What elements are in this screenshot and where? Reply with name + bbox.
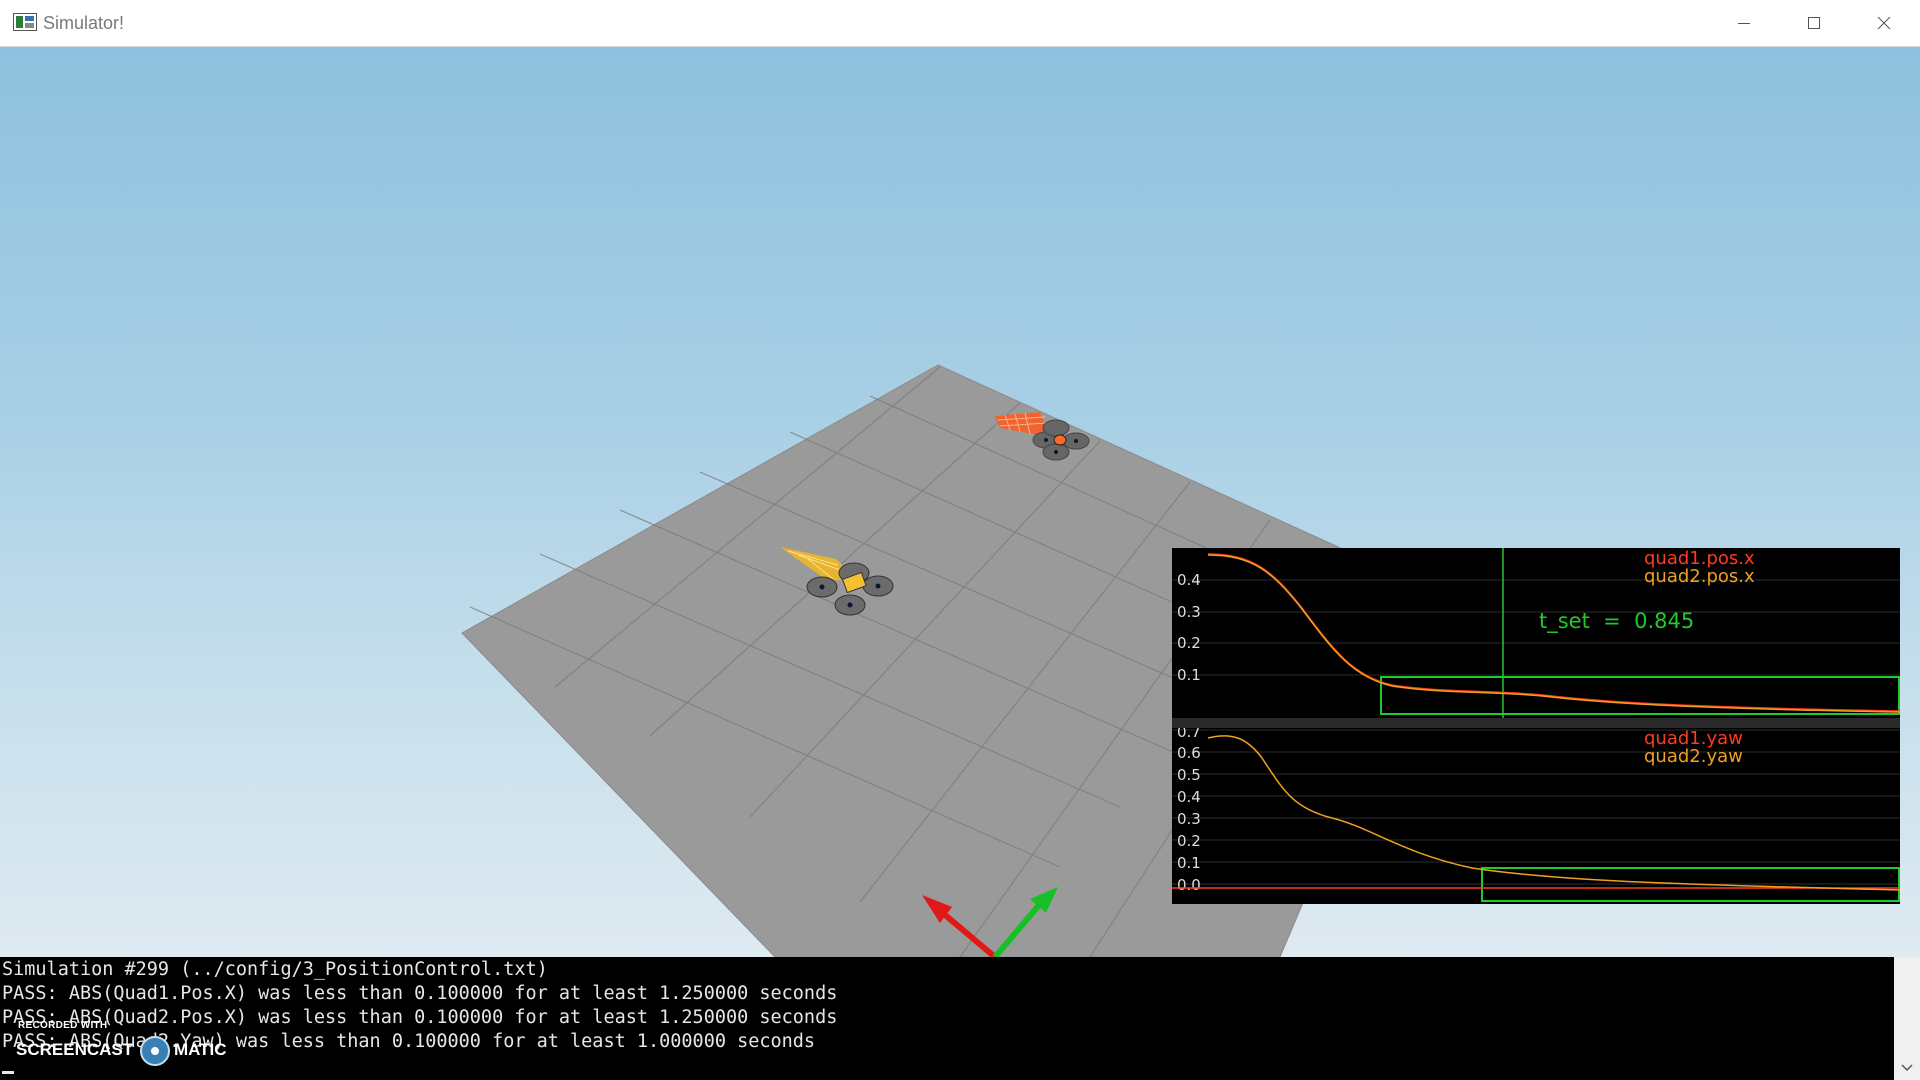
console-line: Simulation #299 (../config/3_PositionCon… bbox=[2, 959, 548, 980]
pos-x-plot: 0.4 0.3 0.2 0.1 quad1.pos.x quad2.pos.x … bbox=[1172, 548, 1900, 718]
screencast-logo-icon bbox=[140, 1036, 170, 1066]
ytick: 0.0 bbox=[1177, 876, 1201, 894]
yaw-plot: 0.7 0.6 0.5 0.4 0.3 0.2 0.1 0.0 quad1.ya… bbox=[1172, 728, 1900, 904]
maximize-button[interactable] bbox=[1780, 0, 1848, 46]
minimize-icon bbox=[1738, 23, 1750, 24]
maximize-icon bbox=[1808, 17, 1820, 29]
threshold-box bbox=[1380, 676, 1900, 715]
close-icon bbox=[1877, 16, 1891, 30]
simulator-window: Simulator! 0.4 0.3 0.2 0.1 quad1.pos.x q… bbox=[0, 0, 1920, 1080]
legend-quad2-yaw: quad2.yaw bbox=[1644, 746, 1743, 767]
watermark-small-text: RECORDED WITH bbox=[18, 1020, 108, 1031]
ytick: 0.3 bbox=[1177, 603, 1201, 621]
app-icon bbox=[13, 13, 37, 31]
ytick: 0.5 bbox=[1177, 766, 1201, 784]
console-cursor bbox=[2, 1071, 14, 1074]
ytick: 0.1 bbox=[1177, 854, 1201, 872]
close-button[interactable] bbox=[1850, 0, 1918, 46]
ytick: 0.2 bbox=[1177, 832, 1201, 850]
console-output[interactable]: Simulation #299 (../config/3_PositionCon… bbox=[0, 957, 1894, 1080]
watermark-left-text: SCREENCAST bbox=[16, 1040, 134, 1059]
quad2-pos-x-series bbox=[1207, 554, 1900, 713]
ytick: 0.2 bbox=[1177, 634, 1201, 652]
ytick: 0.4 bbox=[1177, 571, 1201, 589]
screencast-watermark: RECORDED WITH SCREENCAST MATIC bbox=[14, 1017, 254, 1067]
ytick: 0.3 bbox=[1177, 810, 1201, 828]
legend-quad2-pos-x: quad2.pos.x bbox=[1644, 566, 1755, 587]
ytick: 0.7 bbox=[1177, 728, 1201, 741]
ytick: 0.6 bbox=[1177, 744, 1201, 762]
window-title: Simulator! bbox=[43, 13, 125, 33]
t-set-annotation: t_set = 0.845 bbox=[1539, 609, 1694, 634]
watermark-right-text: MATIC bbox=[174, 1040, 227, 1059]
scroll-down-button[interactable] bbox=[1894, 1058, 1920, 1078]
quad2-yaw-series bbox=[1207, 735, 1900, 891]
console-line: PASS: ABS(Quad1.Pos.X) was less than 0.1… bbox=[2, 983, 838, 1004]
minimize-button[interactable] bbox=[1710, 0, 1778, 46]
ytick: 0.1 bbox=[1177, 666, 1201, 684]
plot-divider bbox=[1172, 718, 1900, 728]
chevron-down-icon bbox=[1901, 1064, 1913, 1072]
title-bar[interactable]: Simulator! bbox=[0, 0, 1920, 47]
console-scrollbar[interactable] bbox=[1894, 957, 1920, 1080]
ytick: 0.4 bbox=[1177, 788, 1201, 806]
